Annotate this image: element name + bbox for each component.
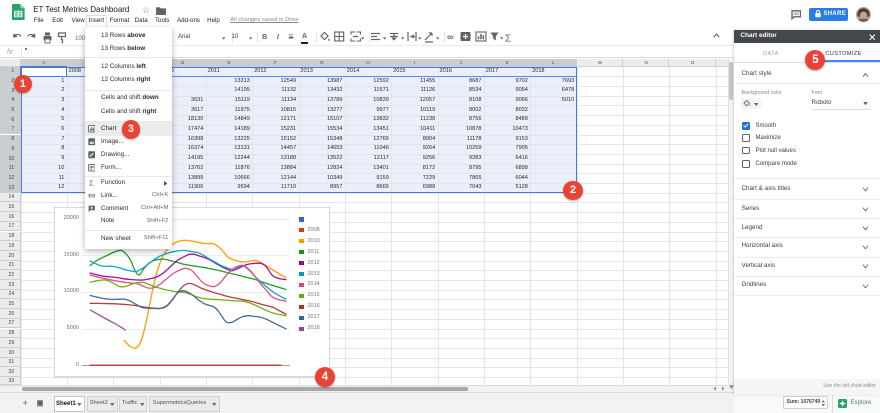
svg-text:Σ: Σ: [89, 180, 94, 187]
svg-text:∞: ∞: [447, 32, 454, 43]
svg-text:Σ: Σ: [505, 34, 511, 45]
